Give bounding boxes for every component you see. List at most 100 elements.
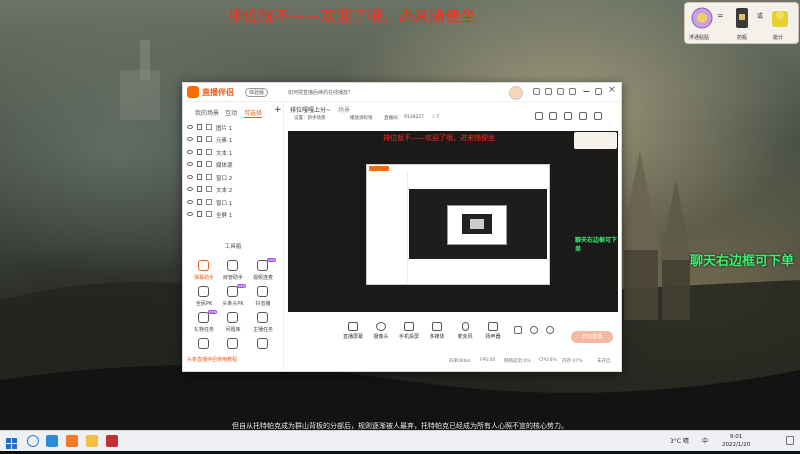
upload-tool-icon [227,338,238,349]
microphone-button[interactable]: 麦克风 [452,319,478,345]
tool-room-admin[interactable]: 房管助手 [218,260,248,286]
beta-badge[interactable]: 体验版 [245,88,269,97]
lock-icon[interactable] [197,199,202,205]
live-settings-icon[interactable] [530,326,538,334]
menu-icon[interactable] [569,88,576,95]
eye-icon[interactable] [187,212,193,216]
settings-icon[interactable] [564,112,572,120]
tool-headline-pk[interactable]: new 头条头PK [218,284,248,312]
windows-start-icon[interactable] [6,435,18,449]
screenshot-icon[interactable] [549,112,557,120]
eye-icon[interactable] [187,137,193,141]
lock-icon[interactable] [197,124,202,130]
status-memory: 内存:47% [562,359,583,364]
bottle-icon [729,5,755,31]
eye-icon[interactable] [187,187,193,191]
notification-icon[interactable] [786,436,794,445]
tool-video-link[interactable]: new 视频连麦 [248,258,278,286]
gift-icon[interactable] [545,88,552,95]
source-item[interactable]: 元素 1 [187,134,281,146]
screen-capture-button[interactable]: 直播屏幕 [340,319,366,345]
search-tool-icon [198,338,209,349]
tool-search[interactable] [189,338,219,352]
record-icon[interactable] [514,326,522,334]
eye-icon[interactable] [187,200,193,204]
multimedia-button[interactable]: 多媒体 [424,319,450,345]
scene-tab-extra[interactable]: 场景 [338,105,350,114]
eye-icon[interactable] [187,150,193,154]
tab-my-scenes[interactable]: 我的场景 [195,108,219,117]
tool-upload[interactable] [218,338,248,352]
tool-pk[interactable]: 全民PK [189,286,219,312]
source-item[interactable]: 文本 1 [187,147,281,159]
widget-label-2: 奶瓶 [737,35,748,41]
avatar[interactable] [509,86,523,100]
add-source-icon[interactable]: + [274,105,282,115]
lock-icon[interactable] [197,161,202,167]
tab-interact[interactable]: 互动 [225,108,237,117]
notice-link[interactable]: 如何把直播后续的在线播放？ [288,89,353,96]
gear-icon[interactable] [546,326,554,334]
tool-host-task[interactable]: 主播任务 [248,312,278,338]
tool-douyin-play[interactable]: 抖音播 [248,286,278,312]
clock-date: 2022/1/20 [722,442,751,448]
maximize-icon[interactable] [595,88,602,95]
lock-icon[interactable] [197,136,202,142]
camera-button[interactable]: 摄像头 [368,319,394,345]
source-item[interactable]: 全屏 1 [187,209,281,221]
microphone-icon [462,322,469,331]
weather-status[interactable]: 3°C 晴 [670,436,689,445]
title-bar: 直播伴侣 体验版 如何把直播后续的在线播放？ × [183,83,621,102]
speaker-button[interactable]: 扬声器 [480,319,506,345]
clock-time: 9:01 [729,434,743,440]
nested-app-logo [369,166,389,171]
minimize-icon[interactable] [583,88,590,92]
right-panel: 排位嘎嘎上分~ 场景 设置：新手场景 播放源权限 直播间： 9130227 ♪ … [284,102,621,370]
clock[interactable]: 9:01 2022/1/20 [722,433,750,449]
message-icon[interactable] [533,88,540,95]
source-item[interactable]: 图片 1 [187,122,281,134]
taskbar-app-game-icon[interactable] [86,435,98,447]
lock-icon[interactable] [197,149,202,155]
meta-permission[interactable]: 播放源权限 [350,115,373,121]
monitor-icon [348,322,358,331]
source-item[interactable]: 窗口 1 [187,197,281,209]
source-item[interactable]: 窗口 2 [187,172,281,184]
taskbar-app-media-icon[interactable] [106,435,118,447]
status-extra: 未开启 [597,359,611,364]
source-item[interactable]: 媒体源 [187,159,281,171]
phone-cast-button[interactable]: 手机投屏 [396,319,422,345]
close-icon[interactable]: × [608,85,616,95]
eye-icon[interactable] [187,162,193,166]
media-source-icon [206,161,212,167]
tool-danmaku[interactable]: 弹幕助手 [189,260,219,286]
preview-widget [574,132,617,149]
search-icon[interactable] [27,435,39,447]
image-source-icon [206,124,212,130]
text-source-icon [206,149,212,155]
shirt-icon[interactable] [557,88,564,95]
meta-setting[interactable]: 设置：新手场景 [294,115,326,121]
lock-icon[interactable] [197,211,202,217]
ime-indicator[interactable]: 中 [702,436,708,445]
tool-cloud[interactable] [248,338,278,352]
tool-gift-task[interactable]: new 礼物任务 [189,310,219,338]
source-item[interactable]: 文本 2 [187,184,281,196]
lock-icon[interactable] [197,186,202,192]
taskbar-app-live-icon[interactable] [66,435,78,447]
layout-icon[interactable] [535,112,543,120]
tool-question-bank[interactable]: 问题库 [218,312,248,338]
tab-selectable[interactable]: 可选择 [244,108,263,118]
expand-icon[interactable] [594,112,602,120]
stream-preview[interactable]: 排位就不——欢迎了哦，进来随便坐 聊天右边框可下单 [288,131,618,312]
question-bank-icon [227,312,238,323]
bell-icon[interactable] [579,112,587,120]
scene-tab-active[interactable]: 排位嘎嘎上分~ [290,105,331,114]
nested-preview-window [366,164,550,285]
eye-icon[interactable] [187,175,193,179]
start-live-button[interactable]: 开始直播 [571,331,613,343]
lock-icon[interactable] [197,174,202,180]
taskbar-app-browser-icon[interactable] [46,435,58,447]
eye-icon[interactable] [187,125,193,129]
tutorial-link[interactable]: 头条直播伴侣使用教程 [187,356,237,363]
